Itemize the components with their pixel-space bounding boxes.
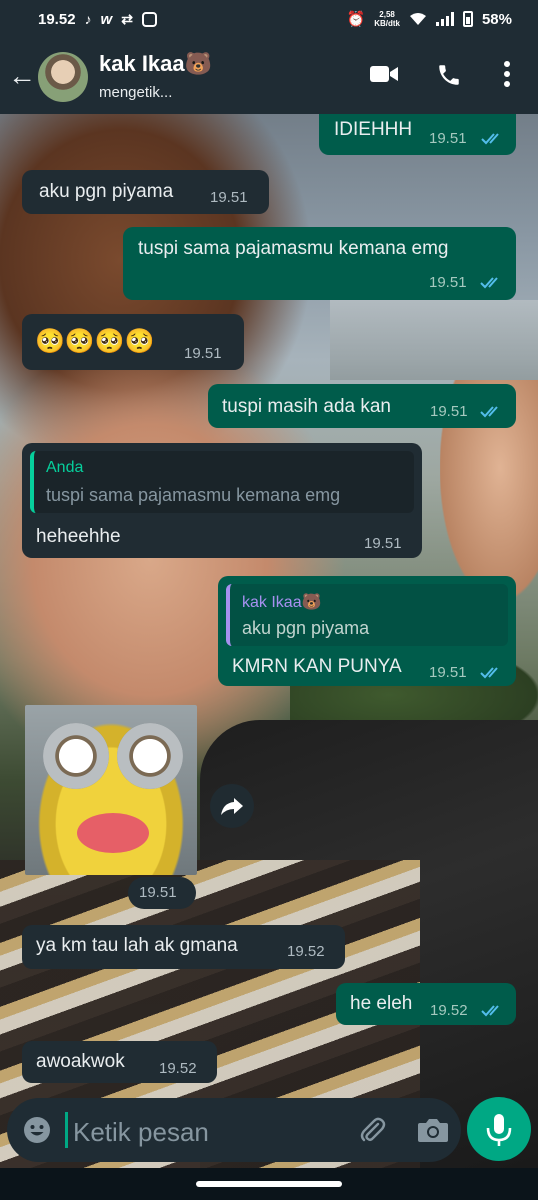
double-check-icon <box>480 277 498 289</box>
camera-icon[interactable] <box>416 1116 450 1144</box>
quoted-message[interactable]: kak Ikaa🐻 aku pgn piyama <box>226 584 508 646</box>
wallpaper-city <box>330 300 538 380</box>
reply-message-bubble[interactable]: kak Ikaa🐻 aku pgn piyama KMRN KAN PUNYA … <box>218 576 516 686</box>
battery-icon <box>462 11 473 27</box>
sticker-time: 19.51 <box>128 877 196 909</box>
status-bar: 19.52 ♪ w ⇄ ⏰ 2,58 KB/dtk 58% <box>0 0 538 38</box>
double-check-icon <box>480 667 498 679</box>
message-text: he eleh <box>350 993 413 1014</box>
message-text: ya km tau lah ak gmana <box>36 935 238 956</box>
message-text: awoakwok <box>36 1051 125 1072</box>
attach-icon[interactable] <box>357 1115 387 1145</box>
double-check-icon <box>481 133 499 145</box>
gesture-nav-pill[interactable] <box>196 1181 342 1187</box>
message-bubble[interactable]: tuspi masih ada kan 19.51 <box>208 384 516 428</box>
text-caret <box>65 1112 68 1148</box>
message-time: 19.51 <box>429 274 467 291</box>
reply-message-bubble[interactable]: Anda tuspi sama pajamasmu kemana emg heh… <box>22 443 422 558</box>
typing-status: mengetik... <box>99 84 173 101</box>
message-time: 19.51 <box>430 403 468 420</box>
quoted-sender: kak Ikaa🐻 <box>242 594 322 611</box>
message-text: 🥺🥺🥺🥺 <box>35 328 155 355</box>
back-arrow-icon[interactable]: ← <box>8 62 36 90</box>
quoted-text: tuspi sama pajamasmu kemana emg <box>46 485 341 505</box>
message-time: 19.51 <box>364 535 402 552</box>
message-text: KMRN KAN PUNYA <box>232 656 402 677</box>
message-bubble[interactable]: 🥺🥺🥺🥺 19.51 <box>22 314 244 370</box>
emoji-icon[interactable] <box>23 1116 51 1144</box>
message-time: 19.51 <box>429 664 467 681</box>
message-time: 19.51 <box>429 130 467 147</box>
speed-value: 2,58 <box>379 10 395 19</box>
minion-sticker[interactable] <box>25 705 197 875</box>
message-text: tuspi masih ada kan <box>222 396 391 417</box>
mic-button[interactable] <box>467 1097 531 1161</box>
network-speed: 2,58 KB/dtk <box>374 10 400 28</box>
avatar[interactable] <box>38 52 88 102</box>
quoted-message[interactable]: Anda tuspi sama pajamasmu kemana emg <box>30 451 414 513</box>
sticker-mouth <box>77 813 149 853</box>
quoted-sender: Anda <box>46 459 84 476</box>
quoted-text: aku pgn piyama <box>242 618 370 638</box>
signal-icon <box>435 12 454 26</box>
message-time: 19.52 <box>287 943 325 960</box>
message-text: aku pgn piyama <box>39 181 174 202</box>
sticker-goggle-right <box>117 723 183 789</box>
message-composer[interactable]: Ketik pesan <box>7 1098 461 1162</box>
message-time: 19.52 <box>430 1002 468 1019</box>
double-check-icon <box>481 1005 499 1017</box>
message-bubble[interactable]: aku pgn piyama 19.51 <box>22 170 269 214</box>
video-call-icon[interactable] <box>370 64 398 84</box>
repost-icon: ⇄ <box>121 10 133 27</box>
message-time: 19.51 <box>210 189 248 206</box>
contact-name[interactable]: kak Ikaa🐻 <box>99 51 212 77</box>
tiktok-icon: ♪ <box>84 11 92 27</box>
forward-icon[interactable] <box>210 784 254 828</box>
message-bubble[interactable]: he eleh 19.52 <box>336 983 516 1025</box>
message-bubble[interactable]: IDIEHHH 19.51 <box>319 114 516 155</box>
message-text: tuspi sama pajamasmu kemana emg <box>138 238 449 259</box>
app-w-icon: w <box>100 10 113 28</box>
message-bubble[interactable]: awoakwok 19.52 <box>22 1041 217 1083</box>
message-text: heheehhe <box>36 526 121 547</box>
instagram-icon <box>141 11 157 27</box>
mic-icon <box>486 1114 512 1146</box>
message-time: 19.52 <box>159 1060 197 1077</box>
clock: 19.52 <box>38 10 76 28</box>
speed-unit: KB/dtk <box>374 19 400 28</box>
message-text: IDIEHHH <box>334 119 413 140</box>
voice-call-icon[interactable] <box>436 62 462 88</box>
message-input[interactable]: Ketik pesan <box>73 1117 209 1148</box>
more-options-icon[interactable] <box>500 60 514 88</box>
message-time: 19.51 <box>139 884 177 901</box>
message-time: 19.51 <box>184 345 222 362</box>
message-bubble[interactable]: ya km tau lah ak gmana 19.52 <box>22 925 345 969</box>
battery-percent: 58% <box>481 10 512 28</box>
chat-header: ← kak Ikaa🐻 mengetik... <box>0 38 538 114</box>
double-check-icon <box>480 406 498 418</box>
wifi-icon <box>409 13 426 25</box>
message-bubble[interactable]: tuspi sama pajamasmu kemana emg 19.51 <box>123 227 516 300</box>
sticker-goggle-left <box>43 723 109 789</box>
alarm-icon: ⏰ <box>346 11 366 28</box>
